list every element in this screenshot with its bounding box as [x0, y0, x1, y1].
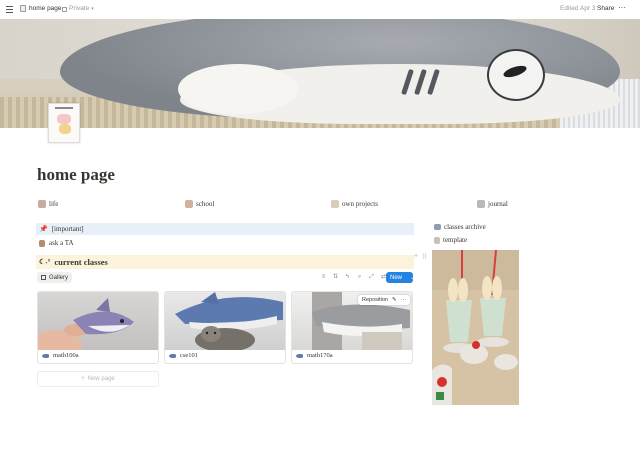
sort-icon[interactable]: ⇅	[332, 274, 339, 281]
lock-icon	[62, 6, 67, 12]
link-own-projects[interactable]: own projects	[331, 200, 378, 208]
link-label: life	[49, 200, 59, 208]
share-button[interactable]: Share	[597, 5, 614, 12]
card-caption: math100a	[42, 352, 79, 359]
card-cover-image	[38, 292, 158, 350]
template-label: template	[443, 236, 468, 244]
add-block-icon[interactable]: +	[414, 253, 418, 261]
search-icon[interactable]: ⌕	[356, 274, 363, 281]
moon-icon: ☾˖°	[39, 258, 51, 266]
current-classes-heading[interactable]: ☾˖° current classes	[36, 255, 414, 269]
page-emoji-icon[interactable]	[48, 103, 80, 143]
card-caption: math170a	[296, 352, 333, 359]
link-label: own projects	[342, 200, 378, 208]
reposition-button[interactable]: Reposition	[362, 297, 388, 303]
doll-icon	[477, 200, 485, 208]
link-classes-archive[interactable]: classes archive	[434, 223, 486, 231]
link-school[interactable]: school	[185, 200, 214, 208]
card-caption: cse101	[169, 352, 198, 359]
privacy-label: Private	[69, 5, 90, 12]
shark-icon	[296, 353, 303, 358]
classes-archive-label: classes archive	[444, 223, 486, 231]
new-page-label: New page	[87, 376, 115, 382]
card-title: cse101	[180, 352, 199, 359]
current-classes-label: current classes	[54, 257, 108, 267]
breadcrumb[interactable]: home page	[20, 5, 62, 12]
doll-icon	[185, 200, 193, 208]
more-options-icon[interactable]: ···	[618, 3, 626, 12]
shark-icon	[169, 353, 176, 358]
clipboard-icon	[39, 239, 45, 247]
pin-icon: 📌	[39, 225, 48, 233]
link-journal[interactable]: journal	[477, 200, 508, 208]
card-title: math170a	[307, 352, 333, 359]
gallery-view-label: Gallery	[49, 274, 69, 281]
important-callout[interactable]: 📌 [important]	[36, 223, 414, 235]
edited-timestamp: Edited Apr 3	[560, 5, 596, 12]
link-row: life school own projects journal	[0, 200, 640, 212]
doll-icon	[434, 236, 440, 244]
page-icon	[20, 5, 26, 12]
edit-icon[interactable]: ✎	[392, 297, 397, 303]
filter-icon[interactable]: ≡	[320, 274, 327, 281]
books-icon	[434, 224, 441, 230]
shark-icon	[42, 353, 49, 358]
gallery-icon	[41, 275, 46, 280]
link-template[interactable]: template	[434, 236, 467, 244]
link-life[interactable]: life	[38, 200, 58, 208]
page-title[interactable]: home page	[37, 165, 115, 185]
gallery-view-tab[interactable]: Gallery	[37, 272, 73, 283]
card-cover-image	[165, 292, 285, 350]
more-icon[interactable]: ···	[401, 297, 407, 303]
ask-ta-item[interactable]: ask a TA	[36, 237, 74, 249]
ask-ta-label: ask a TA	[49, 239, 74, 247]
cover-image[interactable]	[0, 19, 640, 128]
expand-icon[interactable]: ⤢	[368, 274, 375, 281]
card-hover-toolbar: Reposition ✎ ···	[358, 295, 411, 305]
drag-handle-icon[interactable]: ⠿	[422, 253, 427, 261]
new-page-button[interactable]: + New page	[37, 371, 159, 387]
new-button[interactable]: New ⌄	[386, 272, 415, 283]
privacy-dropdown[interactable]: Private ▾	[62, 5, 94, 12]
doll-icon	[331, 200, 339, 208]
block-handles: + ⠿	[414, 253, 427, 261]
automation-icon[interactable]: ϟ	[344, 274, 351, 281]
important-label: [important]	[51, 225, 84, 233]
breadcrumb-title: home page	[29, 5, 62, 12]
doll-icon	[38, 200, 46, 208]
plus-icon: +	[81, 376, 85, 382]
sidebar-menu-icon[interactable]	[4, 4, 15, 15]
gallery-card-cse101[interactable]: cse101	[164, 291, 286, 364]
chevron-down-icon: ▾	[91, 5, 94, 12]
top-bar: home page Private ▾ Edited Apr 3 Share ·…	[0, 0, 640, 19]
chevron-down-icon[interactable]: ⌄	[410, 274, 415, 281]
card-title: math100a	[53, 352, 79, 359]
link-label: journal	[488, 200, 508, 208]
link-label: school	[196, 200, 215, 208]
new-button-label: New	[390, 274, 403, 281]
drinks-photo	[432, 250, 519, 405]
gallery-card-math100a[interactable]: math100a	[37, 291, 159, 364]
